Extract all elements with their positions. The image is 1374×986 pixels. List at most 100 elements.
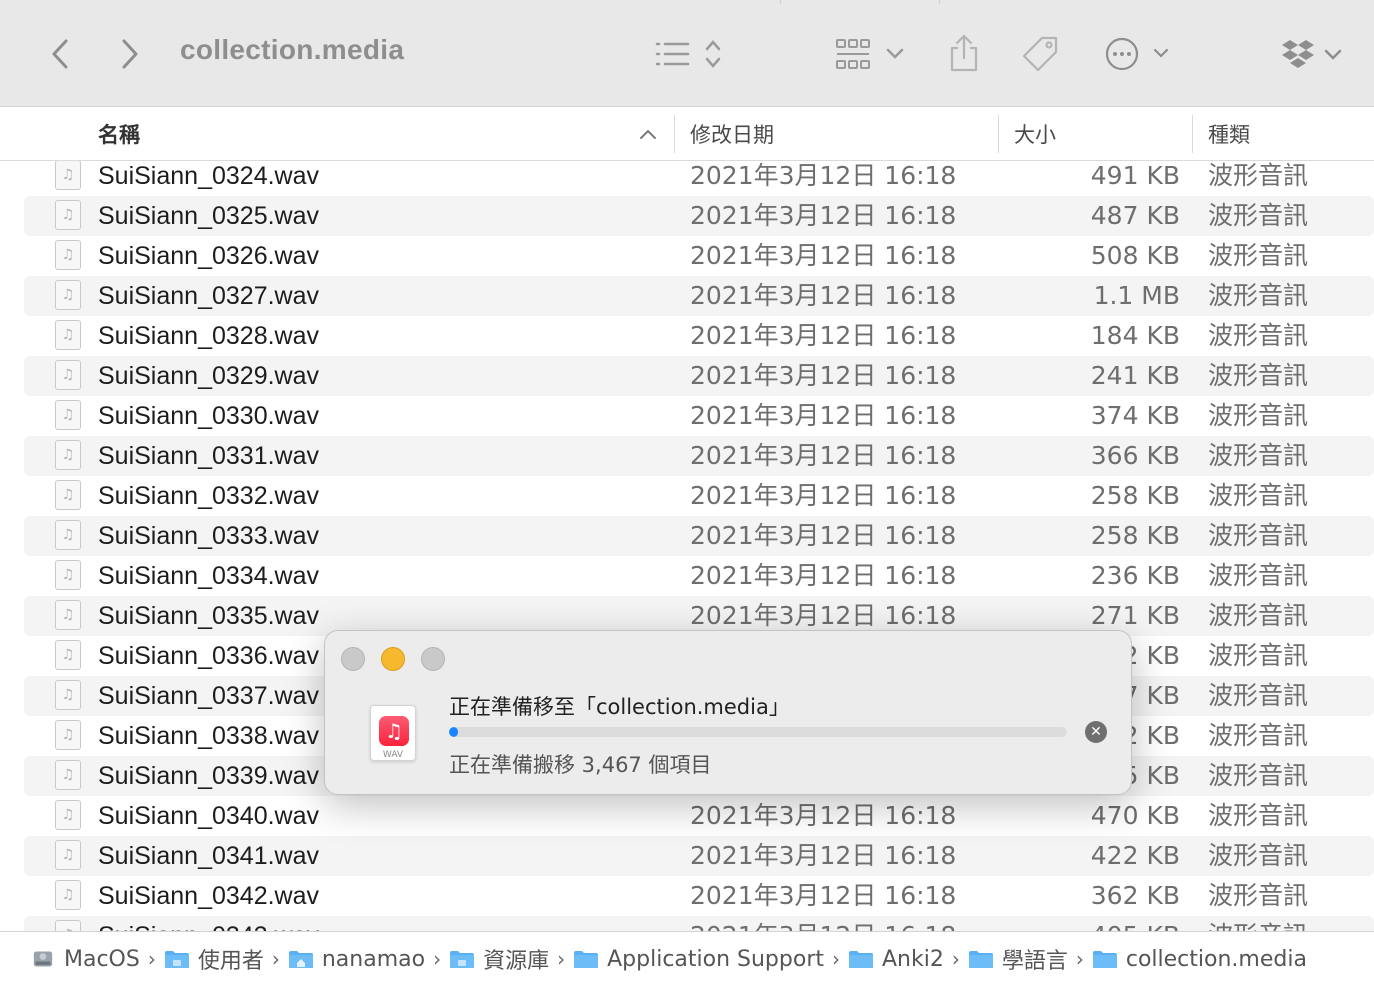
column-divider[interactable] (1192, 115, 1193, 153)
audio-file-icon: ♫ (55, 360, 81, 390)
tab-edge (780, 0, 940, 4)
minimize-window-button[interactable] (381, 647, 405, 671)
path-item[interactable]: 學語言 › (968, 943, 1084, 975)
file-kind: 波形音訊 (1208, 281, 1309, 310)
table-row[interactable]: ♫ SuiSiann_0341.wav 2021年3月12日 16:18 422 KB… (24, 836, 1374, 876)
cancel-button[interactable]: ✕ (1085, 721, 1107, 743)
file-kind: 波形音訊 (1208, 401, 1309, 430)
table-row[interactable]: ♫ SuiSiann_0328.wav 2021年3月12日 16:18 184 KB… (24, 316, 1374, 356)
path-item[interactable]: MacOS › (30, 947, 156, 972)
table-row[interactable]: ♫ SuiSiann_0343.wav 2021年3月12日 16:18 405 KB… (24, 916, 1374, 931)
forward-button[interactable] (112, 34, 148, 74)
column-date[interactable]: 修改日期 (690, 107, 774, 161)
file-kind: 波形音訊 (1208, 681, 1309, 710)
table-row[interactable]: ♫ SuiSiann_0340.wav 2021年3月12日 16:18 470 KB… (24, 796, 1374, 836)
table-row[interactable]: ♫ SuiSiann_0327.wav 2021年3月12日 16:18 1.1 MB… (24, 276, 1374, 316)
more-actions-button[interactable] (1100, 32, 1176, 76)
file-name: SuiSiann_0327.wav (98, 282, 319, 310)
path-item[interactable]: Application Support › (573, 947, 840, 972)
file-kind: 波形音訊 (1208, 561, 1309, 590)
file-name: SuiSiann_0326.wav (98, 242, 319, 270)
path-item[interactable]: collection.media (1092, 947, 1307, 972)
file-kind: 波形音訊 (1208, 841, 1309, 870)
toolbar: collection.media (0, 0, 1374, 107)
file-date: 2021年3月12日 16:18 (690, 881, 957, 910)
dialog-title: 正在準備移至「collection.media」 (449, 695, 790, 719)
path-item[interactable]: Anki2 › (848, 947, 960, 972)
file-size: 422 KB (1090, 841, 1180, 870)
progress-bar (449, 727, 1067, 737)
audio-file-icon: ♫ (55, 320, 81, 350)
table-row[interactable]: ♫ SuiSiann_0324.wav 2021年3月12日 16:18 491 KB… (24, 161, 1374, 196)
file-date: 2021年3月12日 16:18 (690, 401, 957, 430)
audio-file-icon: ♫ (55, 440, 81, 470)
share-button[interactable] (942, 30, 986, 76)
audio-file-icon: ♫ (55, 600, 81, 630)
folder-icon (450, 951, 475, 968)
file-name: SuiSiann_0328.wav (98, 322, 319, 350)
file-list[interactable]: ♫ SuiSiann_0324.wav 2021年3月12日 16:18 491 KB… (0, 161, 1374, 931)
ellipsis-circle-icon (1105, 37, 1169, 71)
file-date: 2021年3月12日 16:18 (690, 481, 957, 510)
file-kind: 波形音訊 (1208, 321, 1309, 350)
file-name: SuiSiann_0342.wav (98, 882, 319, 910)
audio-file-icon: ♫ (55, 520, 81, 550)
close-icon: ✕ (1090, 724, 1102, 740)
file-size: 487 KB (1090, 201, 1180, 230)
column-divider[interactable] (674, 115, 675, 153)
table-row[interactable]: ♫ SuiSiann_0326.wav 2021年3月12日 16:18 508 KB… (24, 236, 1374, 276)
file-name: SuiSiann_0339.wav (98, 762, 319, 790)
table-row[interactable]: ♫ SuiSiann_0329.wav 2021年3月12日 16:18 241 KB… (24, 356, 1374, 396)
group-button[interactable] (832, 34, 912, 74)
view-options-button[interactable] (652, 34, 732, 74)
table-row[interactable]: ♫ SuiSiann_0325.wav 2021年3月12日 16:18 487 KB… (24, 196, 1374, 236)
file-name: SuiSiann_0330.wav (98, 402, 319, 430)
column-size[interactable]: 大小 (1014, 107, 1056, 161)
file-kind: 波形音訊 (1208, 721, 1309, 750)
file-date: 2021年3月12日 16:18 (690, 321, 957, 350)
path-item-label: 資源庫 (483, 949, 550, 974)
table-row[interactable]: ♫ SuiSiann_0331.wav 2021年3月12日 16:18 366 KB… (24, 436, 1374, 476)
tag-button[interactable] (1018, 32, 1062, 76)
path-item-label: 學語言 (1001, 949, 1068, 974)
file-kind: 波形音訊 (1208, 916, 1308, 931)
audio-file-icon: ♫ (55, 680, 81, 710)
sort-ascending-icon[interactable] (638, 107, 658, 161)
close-window-button[interactable] (341, 647, 365, 671)
audio-file-icon: ♫ (55, 840, 81, 870)
chevron-right-icon: › (1075, 947, 1084, 971)
list-view-icon (655, 40, 721, 68)
path-item[interactable]: 使用者 › (164, 943, 280, 975)
audio-file-icon: ♫ (55, 720, 81, 750)
table-row[interactable]: ♫ SuiSiann_0342.wav 2021年3月12日 16:18 362 KB… (24, 876, 1374, 916)
zoom-window-button[interactable] (421, 647, 445, 671)
back-button[interactable] (42, 34, 78, 74)
file-kind: 波形音訊 (1208, 761, 1309, 790)
file-name: SuiSiann_0333.wav (98, 522, 319, 550)
table-row[interactable]: ♫ SuiSiann_0334.wav 2021年3月12日 16:18 236 KB… (24, 556, 1374, 596)
table-row[interactable]: ♫ SuiSiann_0330.wav 2021年3月12日 16:18 374 KB… (24, 396, 1374, 436)
file-name: SuiSiann_0332.wav (98, 482, 319, 510)
path-item[interactable]: 資源庫 › (449, 943, 565, 975)
audio-file-icon: ♫ (55, 280, 81, 310)
file-size: 258 KB (1090, 481, 1180, 510)
file-date: 2021年3月12日 16:18 (690, 281, 957, 310)
file-kind: 波形音訊 (1208, 161, 1309, 190)
file-name: SuiSiann_0325.wav (98, 202, 319, 230)
chevron-right-icon: › (271, 947, 280, 971)
file-size: 184 KB (1090, 321, 1180, 350)
table-row[interactable]: ♫ SuiSiann_0332.wav 2021年3月12日 16:18 258 KB… (24, 476, 1374, 516)
file-date: 2021年3月12日 16:18 (690, 801, 957, 830)
dropbox-button[interactable] (1276, 34, 1348, 74)
column-kind[interactable]: 種類 (1208, 107, 1250, 161)
path-item[interactable]: nanamao › (288, 947, 441, 972)
share-icon (950, 34, 978, 72)
folder-icon (164, 951, 189, 968)
grid-view-icon (836, 39, 904, 69)
wav-file-label: WAV (382, 750, 404, 760)
table-row[interactable]: ♫ SuiSiann_0333.wav 2021年3月12日 16:18 258 KB… (24, 516, 1374, 556)
file-kind: 波形音訊 (1208, 641, 1309, 670)
column-name[interactable]: 名稱 (98, 107, 140, 161)
column-divider[interactable] (998, 115, 999, 153)
file-size: 236 KB (1090, 561, 1180, 590)
